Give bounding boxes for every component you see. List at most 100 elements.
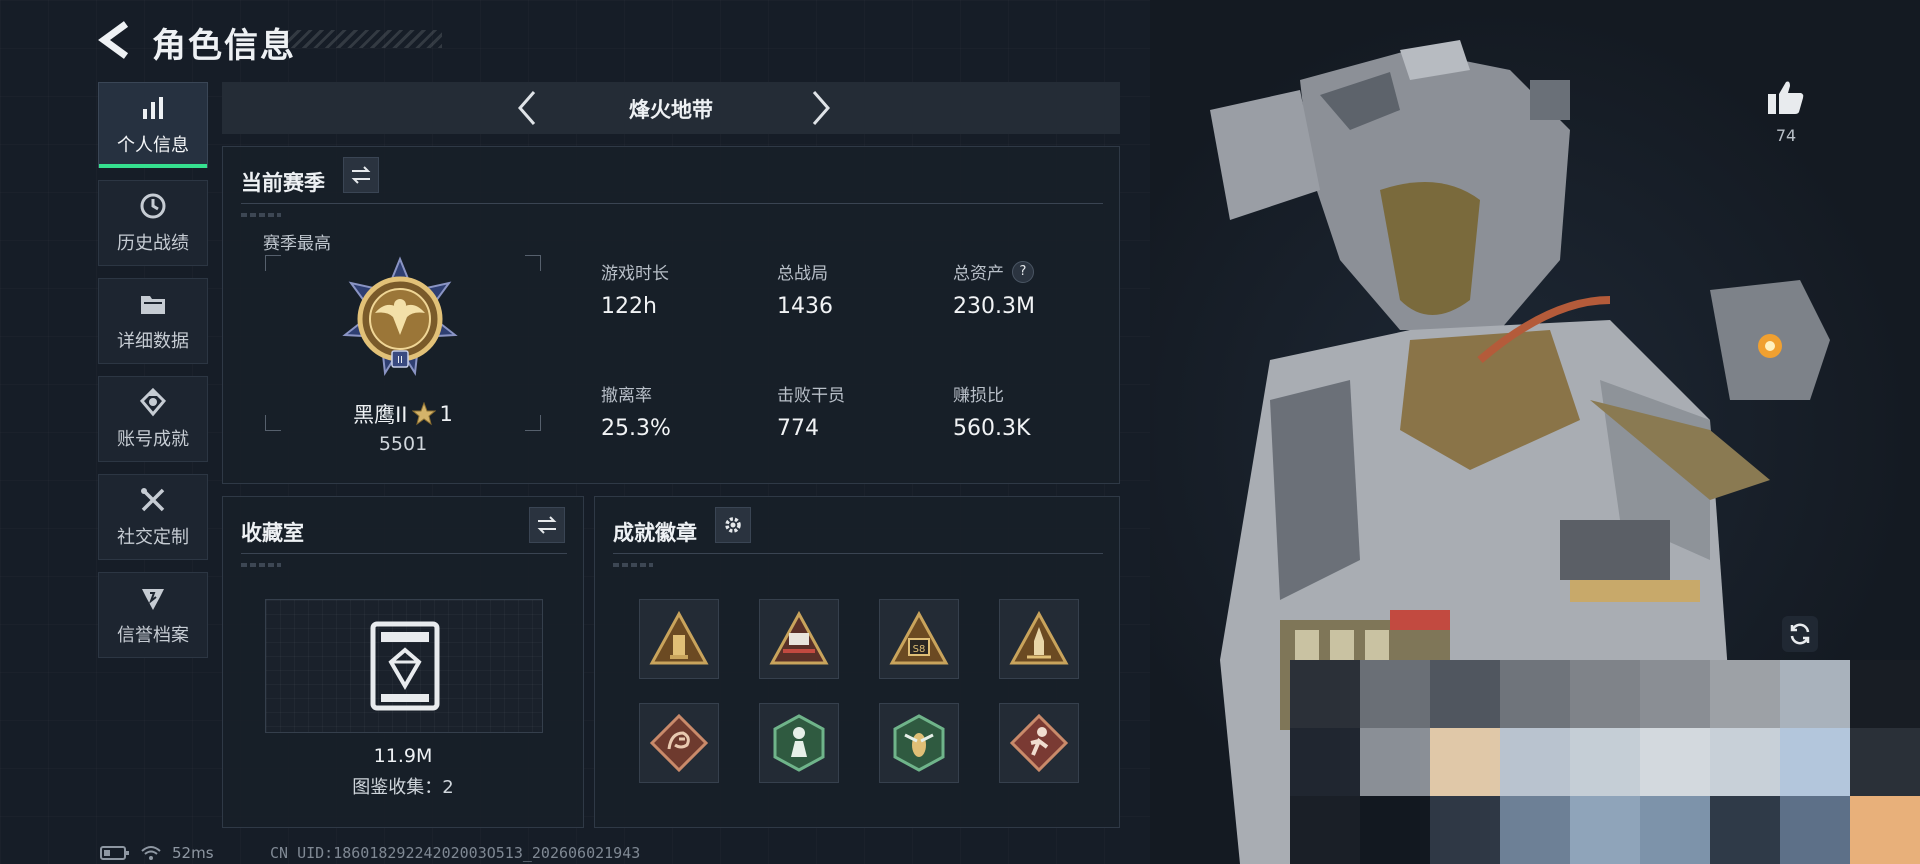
- divider-dots: [241, 563, 281, 567]
- triangle-badge-rocket-icon: [1009, 611, 1069, 665]
- stat-value: 230.3M: [953, 294, 1035, 319]
- diamond-badge-runner-icon: [1009, 713, 1069, 773]
- rank-stars: 1: [439, 402, 453, 426]
- mode-next-button[interactable]: [800, 88, 840, 128]
- rank-name-row: 黑鹰II 1: [265, 399, 541, 429]
- stat-label: 总资产: [953, 264, 1004, 284]
- collection-panel-title: 收藏室: [241, 521, 304, 545]
- divider-dots: [613, 563, 653, 567]
- wrench-screwdriver-icon: [141, 488, 165, 512]
- achievement-badge[interactable]: [759, 703, 839, 783]
- collection-preview[interactable]: [265, 599, 543, 733]
- status-bar: 52ms: [100, 844, 214, 862]
- achievement-icon: [139, 387, 167, 417]
- stat-label: 总战局: [777, 264, 828, 284]
- sidebar-item-label: 详细数据: [117, 331, 189, 352]
- achievement-badge[interactable]: [639, 599, 719, 679]
- back-button[interactable]: [96, 18, 136, 62]
- mode-selector: 烽火地带: [222, 82, 1120, 134]
- chevron-right-icon: [812, 91, 830, 125]
- sidebar-item-label: 账号成就: [117, 429, 189, 450]
- achievement-badge[interactable]: [879, 703, 959, 783]
- like-count: 74: [1775, 126, 1797, 145]
- stat-value: 774: [777, 416, 819, 441]
- sidebar-item-label: 个人信息: [117, 135, 189, 156]
- folder-icon: [141, 296, 165, 314]
- achievement-badge[interactable]: [999, 599, 1079, 679]
- gear-icon: [725, 517, 741, 533]
- season-panel-title: 当前赛季: [241, 171, 325, 195]
- collection-value: 11.9M: [373, 745, 433, 767]
- shield-emblem-icon: [142, 589, 164, 610]
- sidebar-item-label: 信誉档案: [117, 625, 189, 646]
- rank-name: 黑鹰II: [353, 403, 408, 427]
- thumbs-up-icon[interactable]: [1766, 78, 1806, 116]
- stat-label: 击败干员: [777, 386, 845, 406]
- sidebar-item-label: 社交定制: [117, 527, 189, 548]
- refresh-button[interactable]: [1782, 616, 1818, 652]
- diamond-badge-dragon-icon: [649, 713, 709, 773]
- season-switch-button[interactable]: [343, 157, 379, 193]
- wifi-icon: [141, 846, 161, 860]
- sidebar-item-label: 历史战绩: [117, 233, 189, 254]
- collection-switch-button[interactable]: [529, 507, 565, 543]
- sidebar-item-detailed-data[interactable]: 详细数据: [98, 278, 208, 364]
- triangle-badge-s8-icon: S8: [889, 611, 949, 665]
- season-best-label: 赛季最高: [263, 234, 331, 254]
- divider: [241, 203, 1103, 204]
- title-decoration: [286, 30, 442, 48]
- stat-label: 游戏时长: [601, 264, 669, 284]
- history-clock-icon: [140, 193, 166, 219]
- rank-medal-icon: II: [342, 256, 458, 376]
- divider-dots: [241, 213, 281, 217]
- swap-arrows-icon: [537, 516, 557, 534]
- collection-count: 图鉴收集：2: [352, 777, 454, 798]
- back-arrow-icon: [98, 21, 129, 59]
- svg-text:S8: S8: [913, 644, 926, 655]
- divider: [241, 553, 567, 554]
- ping-value: 52ms: [172, 844, 214, 862]
- pixelated-redaction: [1290, 660, 1920, 864]
- achievement-badge[interactable]: [759, 599, 839, 679]
- like-group: 74: [1762, 78, 1810, 145]
- stat-value: 25.3%: [601, 416, 671, 441]
- sidebar-item-account-achievements[interactable]: 账号成就: [98, 376, 208, 462]
- achievement-badge[interactable]: [999, 703, 1079, 783]
- hexagon-badge-wasp-icon: [893, 714, 945, 772]
- mode-name: 烽火地带: [629, 98, 713, 122]
- stat-value: 1436: [777, 294, 833, 319]
- season-panel: 当前赛季 赛季最高 II 黑鹰II 1 5501 游戏时长 122h 总战局 1…: [222, 146, 1120, 484]
- bar-chart-icon: [143, 97, 163, 119]
- achievement-badge[interactable]: [639, 703, 719, 783]
- stat-extraction-rate: 撤离率 25.3%: [601, 381, 671, 441]
- stat-value: 560.3K: [953, 416, 1031, 441]
- collection-panel: 收藏室 11.9M 图鉴收集：2: [222, 496, 584, 828]
- sidebar-item-personal-info[interactable]: 个人信息: [98, 82, 208, 168]
- swap-arrows-icon: [351, 166, 371, 184]
- page-title: 角色信息: [152, 26, 296, 66]
- player-uid: CN UID:18601829224202003O513_20260602194…: [270, 844, 641, 862]
- sidebar: 个人信息 历史战绩 详细数据 账号成就 社交定制 信誉档案: [98, 82, 208, 670]
- stat-value: 122h: [601, 294, 657, 319]
- stat-total-assets: 总资产 ? 230.3M: [953, 259, 1035, 319]
- triangle-badge-gold-icon: [649, 611, 709, 665]
- refresh-icon: [1790, 623, 1810, 645]
- stat-play-time: 游戏时长 122h: [601, 259, 669, 319]
- achievement-settings-button[interactable]: [715, 507, 751, 543]
- hexagon-badge-figure-icon: [773, 714, 825, 772]
- stat-operators-defeated: 击败干员 774: [777, 381, 845, 441]
- achievement-panel-title: 成就徽章: [613, 521, 697, 545]
- star-icon: [411, 402, 436, 426]
- divider: [613, 553, 1103, 554]
- rank-points: 5501: [378, 433, 428, 455]
- sidebar-item-reputation[interactable]: 信誉档案: [98, 572, 208, 658]
- achievement-badge[interactable]: S8: [879, 599, 959, 679]
- stat-label: 赚损比: [953, 386, 1004, 406]
- battery-icon: [100, 846, 129, 860]
- stat-label: 撤离率: [601, 386, 652, 406]
- sidebar-item-social-custom[interactable]: 社交定制: [98, 474, 208, 560]
- stat-profit-loss-ratio: 赚损比 560.3K: [953, 381, 1030, 441]
- sidebar-item-history[interactable]: 历史战绩: [98, 180, 208, 266]
- achievement-panel: 成就徽章 S8: [594, 496, 1120, 828]
- help-icon[interactable]: ?: [1012, 260, 1034, 283]
